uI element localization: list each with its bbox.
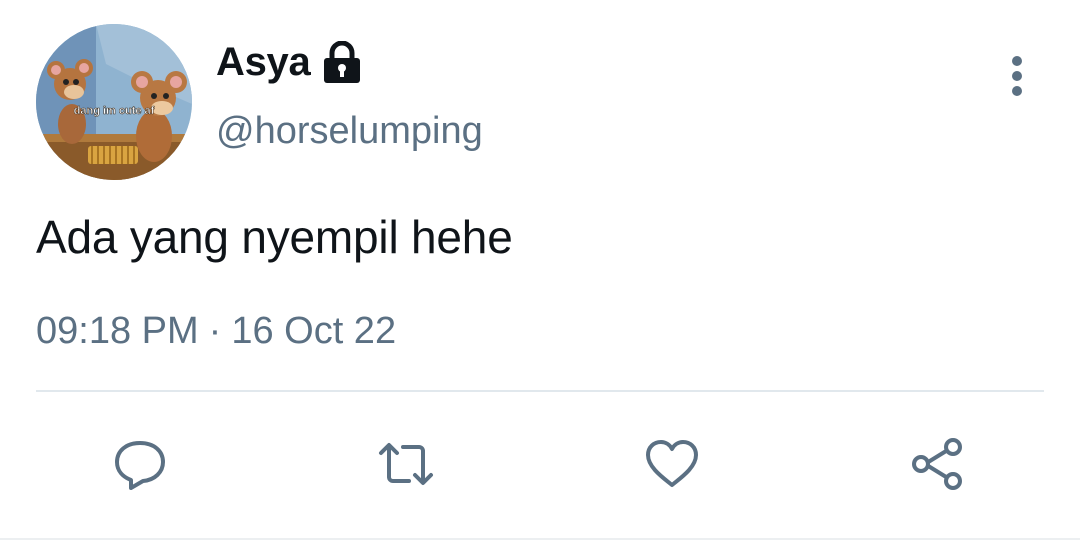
reply-icon — [115, 441, 165, 490]
lock-icon — [324, 40, 361, 83]
tweet-text: Ada yang nyempil hehe — [36, 211, 513, 263]
share-button[interactable] — [906, 432, 970, 496]
heart-icon — [646, 440, 698, 487]
divider — [36, 390, 1044, 392]
tweet-date: 16 Oct 22 — [231, 310, 397, 352]
tweet-time: 09:18 PM — [36, 310, 199, 352]
tweet-detail: dang im cute af Asya @horselumping Ada y… — [0, 0, 1080, 555]
more-vertical-icon — [1012, 56, 1022, 96]
display-name-row: Asya — [216, 40, 362, 85]
share-icon — [912, 438, 962, 490]
avatar-image: dang im cute af — [36, 24, 192, 180]
svg-text:dang im cute af: dang im cute af — [74, 105, 155, 117]
user-handle[interactable]: @horselumping — [216, 110, 483, 153]
retweet-icon — [379, 443, 433, 485]
timestamp-separator: · — [208, 310, 222, 352]
retweet-button[interactable] — [374, 432, 438, 496]
timestamp[interactable]: 09:18 PM · 16 Oct 22 — [36, 310, 396, 353]
more-options-button[interactable] — [996, 50, 1038, 102]
reply-button[interactable] — [108, 432, 172, 496]
like-button[interactable] — [640, 432, 704, 496]
display-name[interactable]: Asya — [216, 40, 311, 85]
avatar[interactable]: dang im cute af — [36, 24, 192, 180]
bottom-divider — [0, 538, 1080, 540]
